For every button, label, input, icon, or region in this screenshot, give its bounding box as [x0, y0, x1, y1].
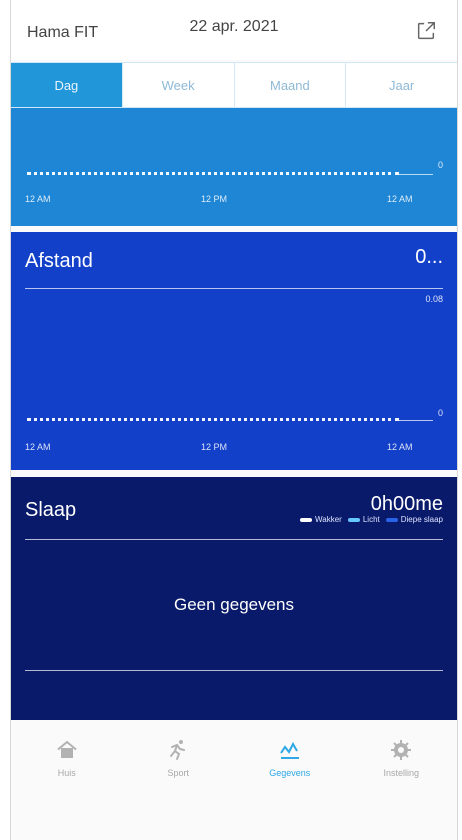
legend-item: Diepe slaap [385, 515, 443, 524]
legend-label: Diepe slaap [400, 515, 443, 524]
home-icon [57, 740, 77, 758]
sport-icon [170, 740, 186, 760]
steps-axis-value: 0 [437, 160, 443, 170]
distance-chart-baseline [399, 420, 433, 421]
nav-label: Instelling [383, 768, 420, 778]
bottom-nav: Huis Sport Gegevens Instelling [11, 722, 457, 802]
sleep-bottom-gridline [25, 670, 443, 671]
app-screen: Hama FIT 22 apr. 2021 Dag Week Maand Jaa… [10, 0, 458, 840]
period-tabs: Dag Week Maand Jaar [11, 62, 457, 108]
tick-label: 12 AM [387, 442, 413, 452]
tab-week[interactable]: Week [123, 63, 235, 107]
data-icon [279, 741, 299, 759]
distance-card[interactable]: Afstand 0... 0.08 0 12 AM 12 PM 12 AM [11, 232, 457, 470]
sleep-value: 0h00me [370, 493, 443, 515]
distance-chart-line [27, 418, 399, 421]
distance-top-gridline [25, 288, 443, 289]
sleep-legend: Wakker Licht Diepe slaap [300, 515, 443, 524]
no-data-message: Geen gegevens [173, 595, 295, 614]
legend-label: Wakker [315, 515, 342, 524]
sleep-title: Slaap [25, 499, 77, 521]
legend-item: Licht [347, 515, 380, 524]
tick-label: 12 AM [25, 194, 51, 204]
tab-month[interactable]: Maand [235, 63, 347, 107]
distance-value: 0... [415, 246, 443, 268]
nav-label: Sport [167, 768, 189, 778]
nav-data[interactable]: Gegevens [234, 722, 346, 802]
sleep-top-gridline [25, 539, 443, 540]
distance-title: Afstand [25, 250, 93, 272]
tick-label: 12 PM [201, 442, 228, 452]
legend-swatch-deep [385, 517, 398, 522]
tick-label: 12 AM [387, 194, 413, 204]
distance-axis-value: 0 [437, 408, 443, 418]
nav-sport[interactable]: Sport [123, 722, 235, 802]
nav-label: Gegevens [269, 768, 311, 778]
nav-settings[interactable]: Instelling [346, 722, 458, 802]
legend-swatch-awake [300, 517, 313, 522]
selected-date[interactable]: 22 apr. 2021 [11, 18, 457, 36]
top-bar: Hama FIT 22 apr. 2021 [11, 0, 457, 60]
legend-item: Wakker [300, 515, 342, 524]
tick-label: 12 AM [25, 442, 51, 452]
sleep-card[interactable]: Slaap 0h00me Wakker Licht Diepe slaap Ge… [11, 477, 457, 720]
nav-label: Huis [57, 768, 76, 778]
legend-swatch-light [347, 517, 360, 522]
settings-icon [391, 740, 412, 760]
steps-card[interactable]: 0 12 AM 12 PM 12 AM [11, 108, 457, 226]
tab-year[interactable]: Jaar [346, 63, 457, 107]
nav-home[interactable]: Huis [11, 722, 123, 802]
distance-top-value: 0.08 [425, 294, 443, 304]
share-icon[interactable] [415, 20, 437, 42]
steps-chart-line [27, 172, 399, 175]
tab-day[interactable]: Dag [11, 63, 123, 107]
legend-label: Licht [362, 515, 380, 524]
steps-chart-baseline [399, 174, 433, 175]
tick-label: 12 PM [201, 194, 228, 204]
